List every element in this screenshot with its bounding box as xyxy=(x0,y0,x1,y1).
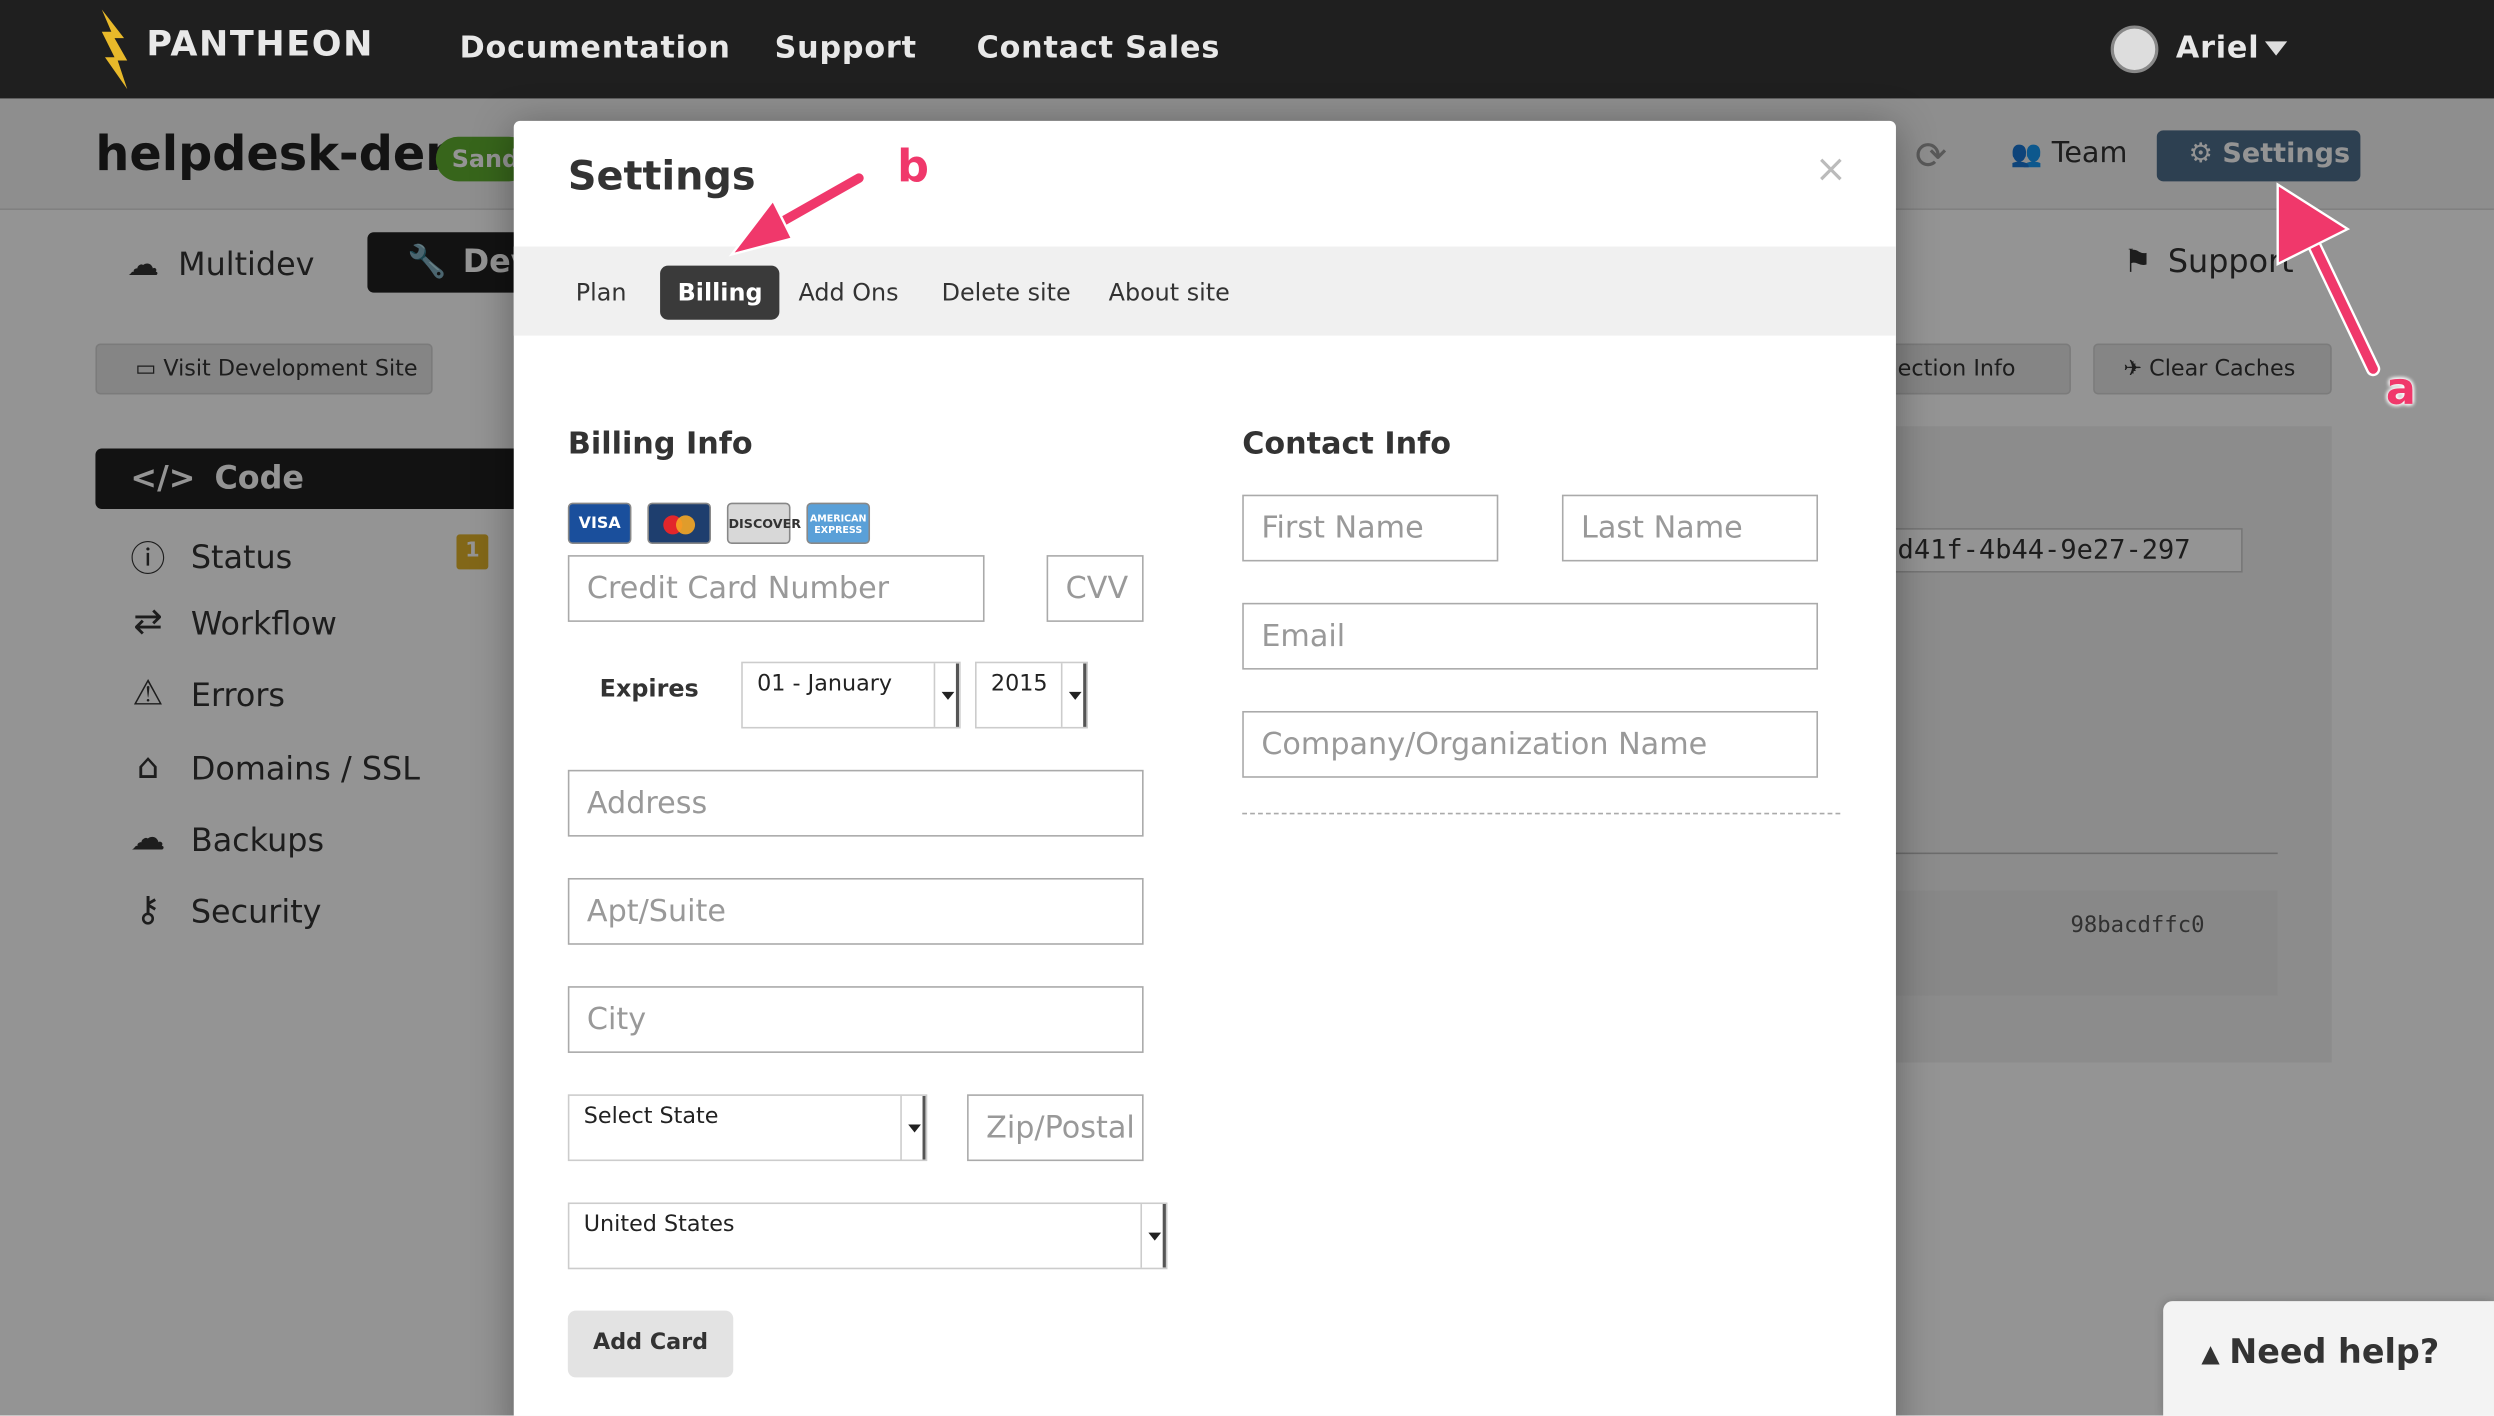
annotation-arrow-a xyxy=(2276,182,2381,377)
annotation-arrow-b xyxy=(728,170,867,257)
annotation-arrows xyxy=(728,170,2381,377)
annotation-label-a: a xyxy=(2385,362,2416,416)
annotation-label-b: b xyxy=(897,139,929,193)
